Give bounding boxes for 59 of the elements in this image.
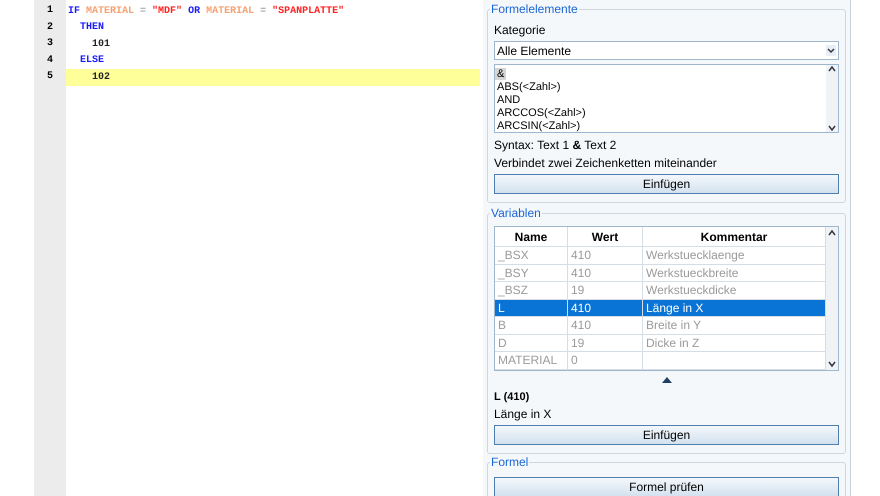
table-cell: _BSY — [495, 264, 568, 281]
function-list-item[interactable]: ARCCOS(<Zahl>) — [495, 107, 588, 119]
line-number: 3 — [46, 37, 54, 51]
code-token: "MDF" — [152, 4, 182, 19]
table-cell: _BSZ — [495, 282, 568, 298]
table-cell: MATERIAL — [495, 352, 568, 368]
check-formula-button[interactable]: Formel prüfen — [494, 477, 839, 496]
scroll-down-icon[interactable] — [828, 124, 836, 132]
code-token: "SPANPLATTE" — [272, 4, 344, 19]
table-cell: 410 — [568, 300, 643, 316]
line-number: 5 — [46, 70, 54, 84]
table-cell: L — [495, 300, 568, 316]
code-token: ELSE — [80, 54, 104, 68]
column-header[interactable]: Name — [495, 227, 568, 246]
table-cell: 0 — [568, 352, 643, 368]
group-title: Formelelemente — [490, 2, 579, 16]
syntax-text: Syntax: Text 1 & Text 2 — [494, 137, 618, 154]
scroll-down-icon[interactable] — [828, 360, 836, 368]
insert-button[interactable]: Einfügen — [494, 425, 839, 445]
code-token: MATERIAL — [206, 4, 254, 19]
line-number: 2 — [46, 20, 54, 34]
scrollbar[interactable] — [826, 227, 838, 370]
table-cell: B — [495, 317, 568, 334]
dropdown-caret-icon[interactable] — [826, 45, 836, 56]
group-title: Formel — [490, 455, 530, 469]
function-list-item[interactable]: ABS(<Zahl>) — [495, 81, 563, 93]
code-token: = — [140, 4, 146, 19]
function-list-item[interactable]: & — [495, 68, 506, 80]
category-dropdown[interactable]: Alle Elemente — [494, 41, 839, 60]
variable-comment: Länge in X — [494, 406, 552, 423]
column-header[interactable]: Wert — [568, 227, 643, 246]
table-cell: 19 — [568, 334, 643, 351]
code-token: OR — [188, 4, 200, 19]
table-cell: _BSX — [495, 247, 568, 264]
code-token: MATERIAL — [86, 4, 134, 19]
insert-button[interactable]: Einfügen — [494, 174, 839, 194]
code-token: = — [260, 4, 266, 19]
table-cell: D — [495, 334, 568, 351]
code-token: IF — [68, 4, 80, 19]
splitter-up-icon[interactable] — [662, 377, 672, 383]
selected-table-row[interactable]: L 410 Länge in X — [495, 300, 826, 317]
table-cell: 410 — [568, 317, 643, 334]
code-token: 102 — [92, 70, 110, 85]
line-number: 4 — [46, 54, 54, 68]
scroll-up-icon[interactable] — [828, 229, 836, 237]
table-cell: 410 — [568, 247, 643, 264]
function-list-item[interactable]: AND — [495, 94, 522, 106]
code-token: 101 — [92, 38, 110, 52]
scrollbar[interactable] — [826, 65, 838, 132]
group-title: Variablen — [490, 206, 542, 220]
table-cell: 19 — [568, 282, 643, 298]
description-text: Verbindet zwei Zeichenketten miteinander — [494, 155, 718, 172]
function-list-item[interactable]: ARCSIN(<Zahl>) — [495, 120, 582, 132]
table-cell: 410 — [568, 264, 643, 281]
line-number: 1 — [46, 4, 54, 18]
code-token: THEN — [80, 21, 104, 36]
category-label: Kategorie — [494, 22, 546, 38]
variable-title: L (410) — [494, 390, 530, 405]
scroll-up-icon[interactable] — [828, 65, 836, 73]
